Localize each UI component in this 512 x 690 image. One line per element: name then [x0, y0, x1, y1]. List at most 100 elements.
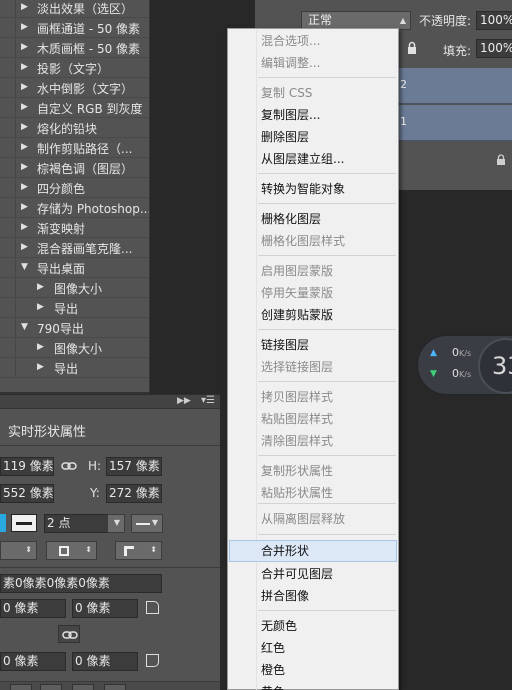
expand-right-icon[interactable]: ▶ [21, 22, 28, 32]
stroke-corners-dropdown[interactable]: ⬍ [115, 541, 162, 560]
stroke-type-dropdown[interactable]: ▼ [131, 514, 163, 533]
menu-item[interactable]: 转换为智能对象 [229, 178, 397, 200]
expand-right-icon[interactable]: ▶ [21, 162, 28, 172]
action-toggle[interactable] [0, 118, 16, 137]
expand-right-icon[interactable]: ▶ [21, 122, 28, 132]
expand-right-icon[interactable]: ▶ [21, 2, 28, 12]
action-toggle[interactable] [0, 358, 16, 377]
stroke-width-dropdown[interactable]: ▼ [107, 514, 125, 533]
menu-item[interactable]: 无颜色 [229, 615, 397, 637]
opacity-input[interactable]: 100% [476, 11, 512, 30]
action-toggle[interactable] [0, 218, 16, 237]
action-toggle[interactable] [0, 318, 16, 337]
expand-right-icon[interactable]: ▶ [21, 102, 28, 112]
action-item[interactable]: ▶ 自定义 RGB 到灰度 [0, 98, 149, 118]
corner-radius-bottom-right[interactable]: 0 像素 [72, 652, 138, 671]
action-item[interactable]: ▶ 图像大小 [0, 278, 149, 298]
fill-input[interactable]: 100% [476, 39, 512, 58]
link-icon[interactable] [61, 460, 77, 472]
action-item[interactable]: ▶ 画框通道 - 50 像素 [0, 18, 149, 38]
action-item[interactable]: ▶ 水中倒影（文字） [0, 78, 149, 98]
action-toggle[interactable] [0, 298, 16, 317]
corner-radii-field[interactable]: 素0像素0像素0像素 [0, 574, 162, 593]
action-item[interactable]: ▶ 存储为 Photoshop... [0, 198, 149, 218]
action-toggle[interactable] [0, 178, 16, 197]
menu-item[interactable]: 删除图层 [229, 126, 397, 148]
expand-right-icon[interactable]: ▶ [21, 142, 28, 152]
corner-radius-top-right[interactable]: 0 像素 [72, 599, 138, 618]
action-item[interactable]: ▶ 导出 [0, 298, 149, 318]
stroke-swatch[interactable] [11, 514, 37, 532]
action-toggle[interactable] [0, 98, 16, 117]
action-toggle[interactable] [0, 258, 16, 277]
x-field[interactable]: 552 像素 [0, 484, 54, 503]
action-toggle[interactable] [0, 0, 16, 17]
stroke-align-dropdown[interactable]: ⬍ [0, 541, 37, 560]
expand-right-icon[interactable]: ▶ [21, 42, 28, 52]
menu-item[interactable]: 栅格化图层 [229, 208, 397, 230]
action-item[interactable]: ▶ 图像大小 [0, 338, 149, 358]
path-op-button[interactable] [72, 684, 94, 690]
action-toggle[interactable] [0, 78, 16, 97]
menu-item[interactable]: 合并形状 [229, 540, 397, 562]
width-field[interactable]: 119 像素 [0, 457, 54, 476]
action-item[interactable]: ▶ 淡出效果（选区） [0, 0, 149, 18]
expand-down-icon[interactable]: ▼ [21, 262, 28, 272]
action-toggle[interactable] [0, 138, 16, 157]
height-field[interactable]: 157 像素 [106, 457, 162, 476]
lock-icon[interactable] [405, 41, 419, 55]
path-op-button[interactable] [104, 684, 126, 690]
expand-right-icon[interactable]: ▶ [37, 342, 44, 352]
link-corners-button[interactable] [58, 625, 80, 643]
menu-item[interactable]: 黄色 [229, 681, 397, 690]
menu-item[interactable]: 拼合图像 [229, 585, 397, 607]
action-item[interactable]: ▶ 投影（文字） [0, 58, 149, 78]
stroke-caps-dropdown[interactable]: ⬍ [46, 541, 97, 560]
path-op-button[interactable] [40, 684, 62, 690]
action-item[interactable]: ▶ 木质画框 - 50 像素 [0, 38, 149, 58]
expand-right-icon[interactable]: ▶ [21, 202, 28, 212]
action-item[interactable]: ▶ 棕褐色调（图层） [0, 158, 149, 178]
action-toggle[interactable] [0, 18, 16, 37]
action-item[interactable]: ▶ 混合器画笔克隆... [0, 238, 149, 258]
action-toggle[interactable] [0, 38, 16, 57]
action-item[interactable]: ▶ 制作剪贴路径（... [0, 138, 149, 158]
action-item[interactable]: ▶ 四分颜色 [0, 178, 149, 198]
action-toggle[interactable] [0, 238, 16, 257]
expand-right-icon[interactable]: ▶ [37, 282, 44, 292]
menu-item[interactable]: 合并可见图层 [229, 563, 397, 585]
action-item[interactable]: ▶ 导出 [0, 358, 149, 378]
expand-right-icon[interactable]: ▶ [21, 242, 28, 252]
y-field[interactable]: 272 像素 [106, 484, 162, 503]
corner-radius-bottom-left[interactable]: 0 像素 [0, 652, 66, 671]
path-op-button[interactable] [10, 684, 32, 690]
action-toggle[interactable] [0, 158, 16, 177]
action-item[interactable]: ▼ 790导出 [0, 318, 149, 338]
action-item[interactable]: ▶ 熔化的铅块 [0, 118, 149, 138]
menu-item[interactable]: 复制图层... [229, 104, 397, 126]
collapse-icon[interactable]: ▶▶ [177, 396, 191, 406]
expand-right-icon[interactable]: ▶ [37, 362, 44, 372]
menu-item[interactable]: 创建剪贴蒙版 [229, 304, 397, 326]
menu-item[interactable]: 红色 [229, 637, 397, 659]
menu-item[interactable]: 橙色 [229, 659, 397, 681]
corner-radius-top-left[interactable]: 0 像素 [0, 599, 66, 618]
expand-down-icon[interactable]: ▼ [21, 322, 28, 332]
action-toggle[interactable] [0, 58, 16, 77]
action-item[interactable]: ▶ 渐变映射 [0, 218, 149, 238]
action-toggle[interactable] [0, 278, 16, 297]
panel-menu-icon[interactable]: ▾☰ [201, 395, 215, 406]
expand-right-icon[interactable]: ▶ [21, 182, 28, 192]
action-toggle[interactable] [0, 198, 16, 217]
action-item[interactable]: ▼ 导出桌面 [0, 258, 149, 278]
expand-right-icon[interactable]: ▶ [21, 222, 28, 232]
action-toggle[interactable] [0, 338, 16, 357]
expand-right-icon[interactable]: ▶ [21, 82, 28, 92]
expand-right-icon[interactable]: ▶ [37, 302, 44, 312]
menu-item[interactable]: 链接图层 [229, 334, 397, 356]
menu-separator [258, 203, 396, 204]
menu-item[interactable]: 从图层建立组... [229, 148, 397, 170]
expand-right-icon[interactable]: ▶ [21, 62, 28, 72]
fill-swatch[interactable] [0, 514, 6, 532]
network-speed-widget[interactable]: ▲ 0K/s ▼ 0K/s 33 [417, 335, 512, 395]
